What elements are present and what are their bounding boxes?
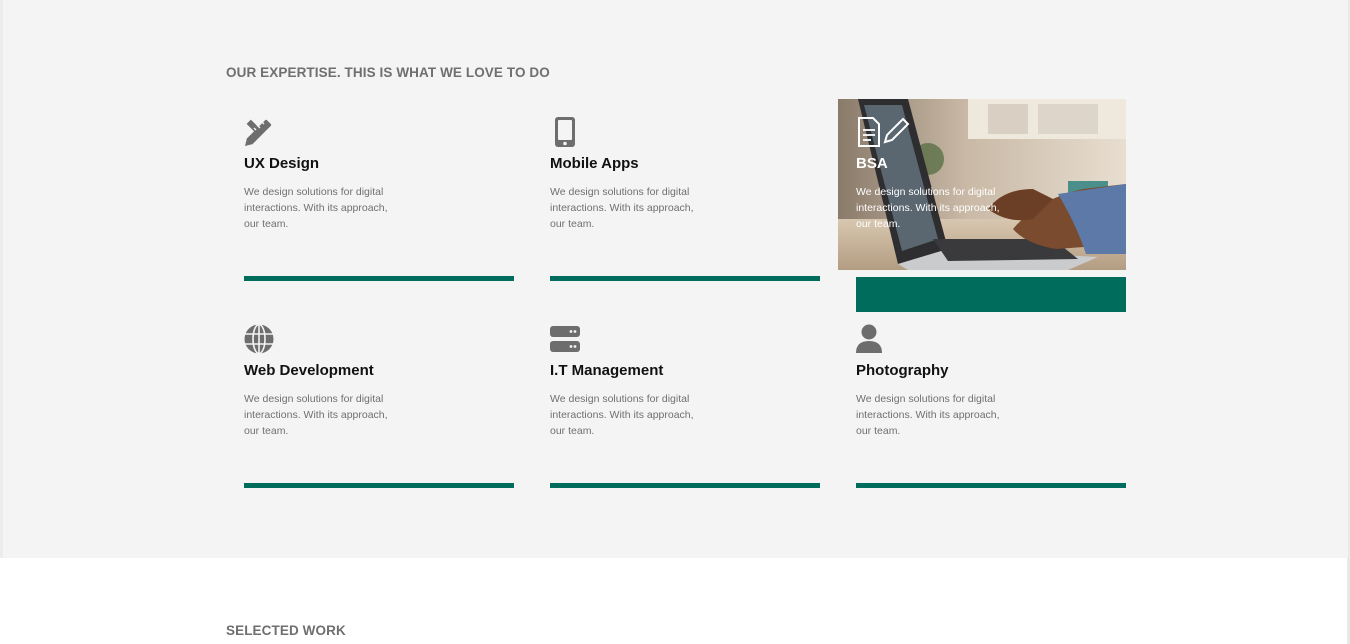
service-card-description: We design solutions for digital interact… (550, 186, 694, 230)
service-card-it-management[interactable]: I.T Management We design solutions for d… (532, 306, 820, 516)
mobile-phone-icon (549, 116, 581, 148)
service-card-accent-bar (244, 483, 514, 488)
service-card-accent-bar (244, 276, 514, 281)
service-card-title: Web Development (244, 362, 374, 379)
service-card-mobile-apps[interactable]: Mobile Apps We design solutions for digi… (532, 99, 820, 309)
service-card-photography[interactable]: Photography We design solutions for digi… (838, 306, 1126, 516)
service-card-accent-bar (550, 276, 820, 281)
service-card-description: We design solutions for digital interact… (244, 186, 388, 230)
user-icon (855, 323, 887, 355)
service-card-accent-bar (856, 483, 1126, 488)
service-card-description: We design solutions for digital interact… (550, 393, 694, 437)
service-card-description: We design solutions for digital interact… (856, 393, 1000, 437)
service-card-description: We design solutions for digital interact… (856, 186, 1000, 230)
service-card-description: We design solutions for digital interact… (244, 393, 388, 437)
service-card-title: BSA (856, 155, 888, 172)
selected-work-heading: SELECTED WORK (226, 623, 346, 638)
expertise-section: OUR EXPERTISE. THIS IS WHAT WE LOVE TO D… (3, 0, 1348, 558)
expertise-heading: OUR EXPERTISE. THIS IS WHAT WE LOVE TO D… (226, 65, 550, 80)
service-card-web-development[interactable]: Web Development We design solutions for … (226, 306, 514, 516)
service-card-bsa[interactable]: BSA We design solutions for digital inte… (838, 99, 1126, 312)
service-card-accent-bar (550, 483, 820, 488)
service-card-title: I.T Management (550, 362, 664, 379)
server-icon (549, 323, 581, 355)
service-card-ux-design[interactable]: UX Design We design solutions for digita… (226, 99, 514, 309)
service-card-title: Mobile Apps (550, 155, 639, 172)
pencil-ruler-icon (243, 116, 275, 148)
service-card-title: Photography (856, 362, 949, 379)
document-edit-icon (855, 116, 910, 148)
globe-icon (243, 323, 275, 355)
service-card-title: UX Design (244, 155, 320, 172)
